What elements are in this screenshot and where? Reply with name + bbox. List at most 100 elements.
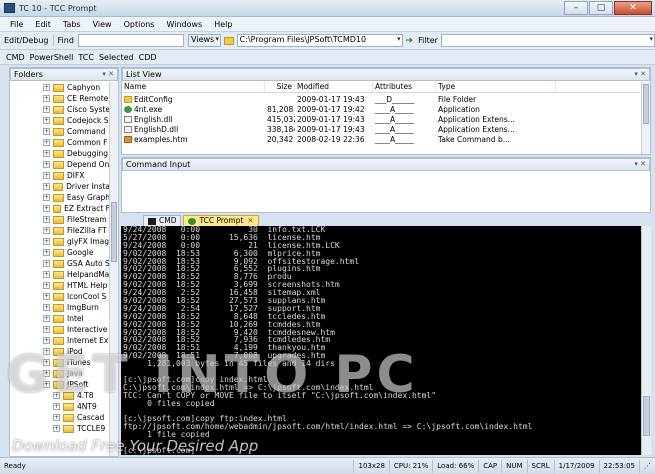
table-row[interactable]: EditConfig 2009-01-17 19:43 ___D______ File… — [122, 94, 640, 104]
folder-item[interactable]: + Internet Ex — [10, 335, 110, 346]
edit-debug-button[interactable]: Edit/Debug — [0, 35, 54, 46]
expand-icon[interactable]: + — [43, 128, 50, 135]
pin-icon[interactable]: ▾ ✕ — [102, 69, 114, 80]
folder-item[interactable]: + glyFX Imag — [10, 236, 110, 247]
minimize-button[interactable]: – — [564, 1, 588, 15]
folder-item[interactable]: + Command — [10, 126, 110, 137]
folder-item[interactable]: + IconCool S — [10, 291, 110, 302]
maximize-button[interactable]: □ — [589, 1, 613, 15]
expand-icon[interactable]: + — [43, 95, 50, 102]
close-button[interactable]: ✕ — [614, 1, 652, 15]
menu-view[interactable]: View — [87, 20, 118, 29]
find-button[interactable]: Find — [54, 35, 78, 46]
folder-item[interactable]: + DIFX — [10, 170, 110, 181]
console-scrollbar[interactable] — [641, 226, 651, 455]
expand-icon[interactable]: + — [43, 260, 50, 267]
expand-icon[interactable]: + — [43, 381, 50, 388]
expand-icon[interactable]: + — [43, 315, 50, 322]
menu-windows[interactable]: Windows — [160, 20, 208, 29]
folder-item[interactable]: + Debugging — [10, 148, 110, 159]
expand-icon[interactable]: + — [43, 271, 50, 278]
scrollbar-thumb[interactable] — [111, 202, 117, 262]
expand-icon[interactable]: + — [43, 205, 50, 212]
expand-icon[interactable]: + — [43, 172, 50, 179]
folders-scrollbar[interactable] — [109, 82, 118, 456]
folder-item[interactable]: + CE Remote — [10, 93, 110, 104]
expand-icon[interactable]: + — [43, 227, 50, 234]
col-size[interactable]: Size — [265, 82, 295, 92]
expand-icon[interactable]: + — [43, 249, 50, 256]
go-icon[interactable]: ➔ — [406, 36, 416, 46]
tcc-button[interactable]: TCC — [78, 53, 94, 62]
table-row[interactable]: 4nt.exe 81,208 2009-01-17 19:42 ____A_____ A… — [122, 104, 640, 114]
col-name[interactable]: Name — [122, 82, 265, 92]
folder-item[interactable]: + Easy Graph — [10, 192, 110, 203]
folder-item[interactable]: + Driver Insta — [10, 181, 110, 192]
tab-cmd[interactable]: CMD — [143, 215, 182, 226]
expand-icon[interactable]: + — [43, 359, 50, 366]
expand-icon[interactable]: + — [43, 216, 50, 223]
folder-item[interactable]: + Depend On — [10, 159, 110, 170]
menu-file[interactable]: File — [4, 20, 29, 29]
folder-item[interactable]: + Intel — [10, 313, 110, 324]
folder-item[interactable]: + Interactive — [10, 324, 110, 335]
scrollbar-thumb[interactable] — [643, 396, 650, 436]
folder-item[interactable]: + JPSoft — [10, 379, 110, 390]
col-attributes[interactable]: Attributes — [373, 82, 436, 92]
folder-item[interactable]: +4.T8 — [10, 390, 110, 401]
expand-icon[interactable]: + — [43, 161, 50, 168]
powershell-button[interactable]: PowerShell — [30, 53, 74, 62]
menu-edit[interactable]: Edit — [29, 20, 57, 29]
cmd-button[interactable]: CMD — [6, 53, 25, 62]
command-input-field[interactable] — [122, 172, 650, 212]
folder-item[interactable]: + EZ Extract F — [10, 203, 110, 214]
expand-icon[interactable]: + — [43, 117, 50, 124]
list-scrollbar[interactable] — [641, 82, 650, 154]
expand-icon[interactable]: + — [43, 337, 50, 344]
console-output[interactable]: 9/24/2008 0:00 30 info.txt.LCK 5/27/2008 … — [121, 226, 641, 455]
filter-input[interactable]: ▾ — [440, 34, 655, 47]
expand-icon[interactable]: + — [43, 326, 50, 333]
table-row[interactable]: EnglishD.dll 338,184 2009-01-17 19:43 ____A… — [122, 124, 640, 134]
folder-item[interactable]: + Cisco Syste — [10, 104, 110, 115]
menu-help[interactable]: Help — [208, 20, 238, 29]
folder-item[interactable]: +4NT9 — [10, 401, 110, 412]
views-dropdown[interactable]: Views ▾ — [188, 34, 221, 47]
col-type[interactable]: Type — [436, 82, 556, 92]
close-tab-icon[interactable]: ✕ — [247, 216, 253, 226]
selected-button[interactable]: Selected — [99, 53, 134, 62]
table-row[interactable]: examples.htm 20,342 2008-02-19 22:36 ____A_… — [122, 134, 640, 144]
find-input[interactable] — [77, 34, 185, 47]
resize-grip-icon[interactable]: ⋰ — [639, 459, 655, 473]
folder-item[interactable]: + Caphyon — [10, 82, 110, 93]
expand-icon[interactable]: + — [43, 348, 50, 355]
expand-icon[interactable]: + — [43, 183, 50, 190]
col-modified[interactable]: Modified — [295, 82, 373, 92]
folder-item[interactable]: + ImgBurn — [10, 302, 110, 313]
expand-icon[interactable]: + — [43, 293, 50, 300]
expand-icon[interactable]: + — [43, 282, 50, 289]
expand-icon[interactable]: + — [43, 84, 50, 91]
folder-item[interactable]: + TCCLE9 — [10, 423, 110, 434]
expand-icon[interactable]: + — [43, 304, 50, 311]
pin-icon[interactable]: ▾ ✕ — [634, 69, 646, 80]
expand-icon[interactable]: + — [43, 370, 50, 377]
expand-icon[interactable]: + — [53, 403, 60, 410]
menu-tabs[interactable]: Tabs — [57, 20, 87, 29]
expand-icon[interactable]: + — [53, 392, 60, 399]
folder-item[interactable]: + iTunes — [10, 357, 110, 368]
pin-icon[interactable]: ▾ ✕ — [634, 159, 646, 170]
folder-item[interactable]: + Cascad — [10, 412, 110, 423]
scrollbar-thumb[interactable] — [643, 84, 649, 124]
expand-icon[interactable]: + — [43, 106, 50, 113]
path-input[interactable]: C:\Program Files\JPSoft\TCMD10 ▾ — [236, 34, 403, 47]
folder-item[interactable]: + Common F — [10, 137, 110, 148]
expand-icon[interactable]: + — [43, 194, 50, 201]
expand-icon[interactable]: + — [43, 139, 50, 146]
menu-options[interactable]: Options — [118, 20, 161, 29]
expand-icon[interactable]: + — [43, 150, 50, 157]
folder-item[interactable]: + HelpandMa — [10, 269, 110, 280]
folder-item[interactable]: + Codejock S — [10, 115, 110, 126]
folder-item[interactable]: + FileZilla FT — [10, 225, 110, 236]
folder-item[interactable]: + Java — [10, 368, 110, 379]
